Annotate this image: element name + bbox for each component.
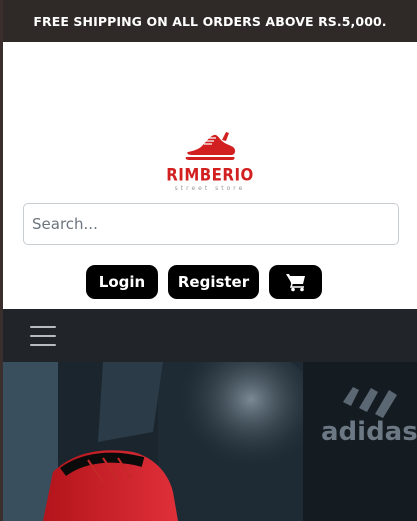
navbar — [3, 309, 417, 362]
hero-image: adidas — [3, 362, 417, 521]
register-button[interactable]: Register — [168, 265, 259, 299]
cart-icon — [285, 274, 305, 292]
logo[interactable]: RIMBERIO street store — [166, 130, 254, 192]
brand-tagline: street store — [174, 185, 246, 192]
hero-photo: adidas — [3, 362, 417, 521]
brand-header: RIMBERIO street store — [3, 42, 417, 202]
cart-button[interactable] — [269, 265, 322, 299]
hamburger-icon[interactable] — [30, 325, 56, 346]
search-container — [3, 203, 417, 245]
announcement-bar: FREE SHIPPING ON ALL ORDERS ABOVE RS.5,0… — [3, 0, 417, 42]
shoe-icon — [185, 132, 236, 160]
page: FREE SHIPPING ON ALL ORDERS ABOVE RS.5,0… — [3, 0, 417, 521]
account-actions: Login Register — [3, 265, 417, 299]
search-input[interactable] — [23, 203, 399, 245]
hero-brand-text: adidas — [321, 417, 417, 447]
login-button[interactable]: Login — [86, 265, 158, 299]
announcement-text: FREE SHIPPING ON ALL ORDERS ABOVE RS.5,0… — [33, 13, 387, 29]
brand-name: RIMBERIO — [166, 164, 254, 186]
